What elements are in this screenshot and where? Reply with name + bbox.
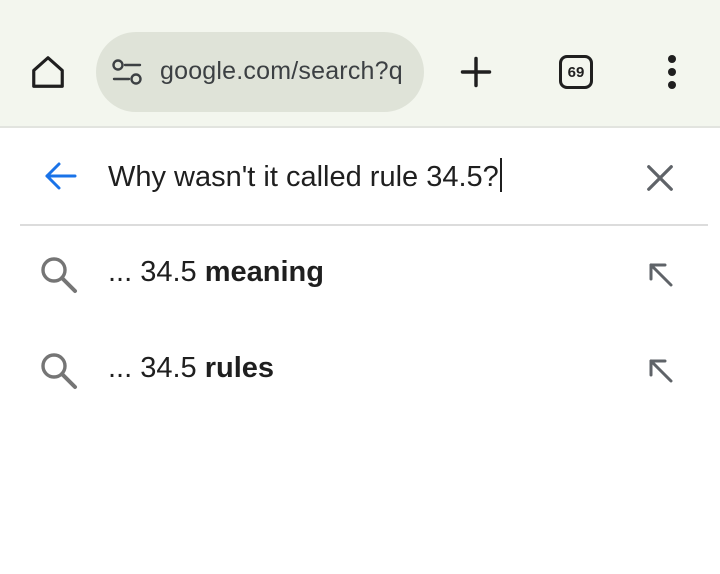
home-icon xyxy=(32,56,64,88)
address-bar[interactable]: google.com/search?q xyxy=(96,32,424,112)
suggestion-completion: rules xyxy=(204,352,275,384)
clear-button[interactable] xyxy=(636,154,684,202)
suggestion-prefix: ... 34.5 xyxy=(108,352,205,384)
more-vert-icon xyxy=(668,55,676,89)
close-icon xyxy=(647,165,673,191)
url-text[interactable]: google.com/search?q xyxy=(160,57,410,86)
home-button[interactable] xyxy=(20,46,76,98)
text-cursor xyxy=(499,158,502,192)
search-query-text: Why wasn't it called rule 34.5? xyxy=(108,161,499,193)
arrow-up-left-icon xyxy=(649,263,673,287)
suggestion-item[interactable]: ... 34.5 meaning xyxy=(0,226,720,322)
back-button[interactable] xyxy=(36,156,84,196)
suggestion-text: ... 34.5 meaning xyxy=(108,256,324,289)
search-icon xyxy=(38,254,80,296)
tab-count: 69 xyxy=(567,63,585,81)
search-input[interactable]: Why wasn't it called rule 34.5? xyxy=(108,158,502,194)
suggestion-text: ... 34.5 rules xyxy=(108,352,274,385)
site-settings-button[interactable] xyxy=(110,56,146,88)
search-icon xyxy=(38,350,80,392)
tune-icon xyxy=(112,59,142,85)
arrow-back-icon xyxy=(45,162,77,190)
new-tab-button[interactable] xyxy=(452,46,500,98)
suggestion-completion: meaning xyxy=(204,256,324,288)
suggestion-item[interactable]: ... 34.5 rules xyxy=(0,322,720,418)
plus-icon xyxy=(460,56,492,88)
fill-query-button[interactable] xyxy=(640,254,680,294)
search-row: Why wasn't it called rule 34.5? xyxy=(0,130,720,224)
browser-toolbar: google.com/search?q 69 xyxy=(0,0,720,128)
fill-query-button[interactable] xyxy=(640,350,680,390)
arrow-up-left-icon xyxy=(649,359,673,383)
overflow-menu-button[interactable] xyxy=(650,46,694,98)
tab-count-icon: 69 xyxy=(559,55,593,89)
suggestion-prefix: ... 34.5 xyxy=(108,256,205,288)
tab-switcher-button[interactable]: 69 xyxy=(550,46,602,98)
